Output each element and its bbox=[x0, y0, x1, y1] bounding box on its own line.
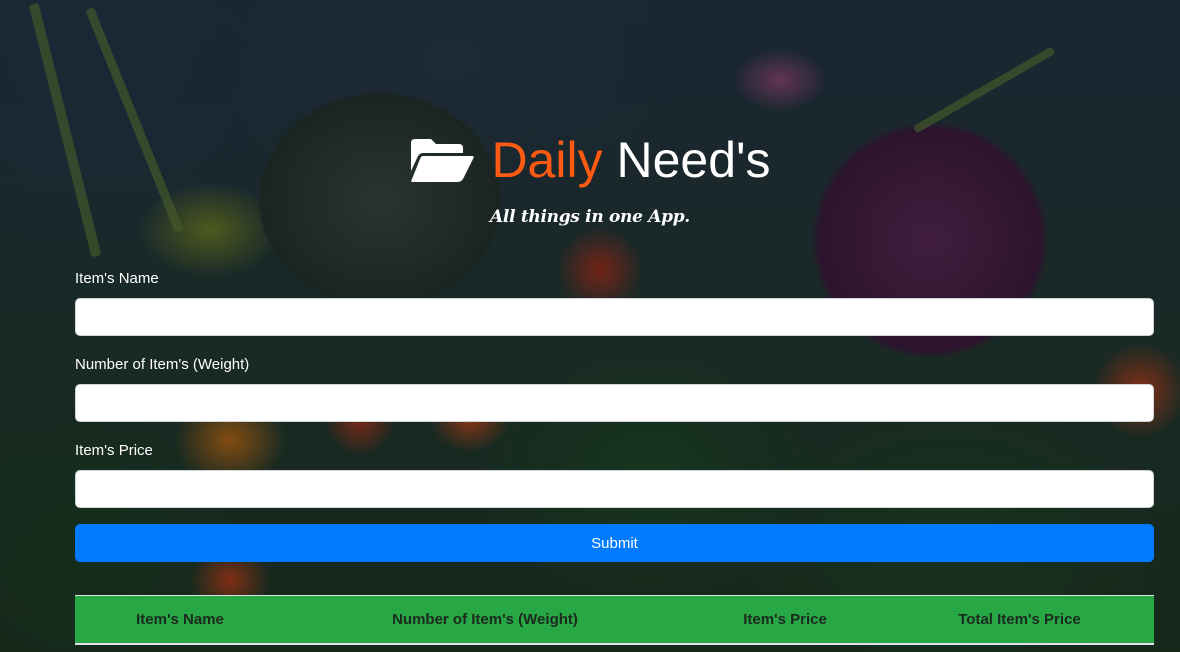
column-header-item-price[interactable]: Item's Price bbox=[685, 611, 885, 628]
app-tagline: All things in one App. bbox=[490, 207, 690, 227]
item-price-input[interactable] bbox=[75, 470, 1154, 508]
app-title-daily: Daily bbox=[491, 132, 603, 188]
item-weight-label: Number of Item's (Weight) bbox=[75, 356, 250, 373]
app-container: Daily Need's All things in one App. Item… bbox=[0, 0, 1180, 652]
items-table-header: Item's Name Number of Item's (Weight) It… bbox=[75, 595, 1154, 645]
item-name-label: Item's Name bbox=[75, 270, 159, 287]
app-title-needs: Need's bbox=[616, 132, 771, 188]
folder-open-icon bbox=[411, 139, 475, 182]
column-header-total-price[interactable]: Total Item's Price bbox=[885, 611, 1154, 628]
item-price-label: Item's Price bbox=[75, 442, 153, 459]
submit-button[interactable]: Submit bbox=[75, 524, 1154, 562]
app-title: Daily Need's bbox=[491, 130, 770, 190]
app-header: Daily Need's bbox=[0, 130, 1180, 190]
column-header-item-name[interactable]: Item's Name bbox=[75, 611, 285, 628]
item-name-input[interactable] bbox=[75, 298, 1154, 336]
column-header-item-weight[interactable]: Number of Item's (Weight) bbox=[285, 611, 685, 628]
item-weight-input[interactable] bbox=[75, 384, 1154, 422]
